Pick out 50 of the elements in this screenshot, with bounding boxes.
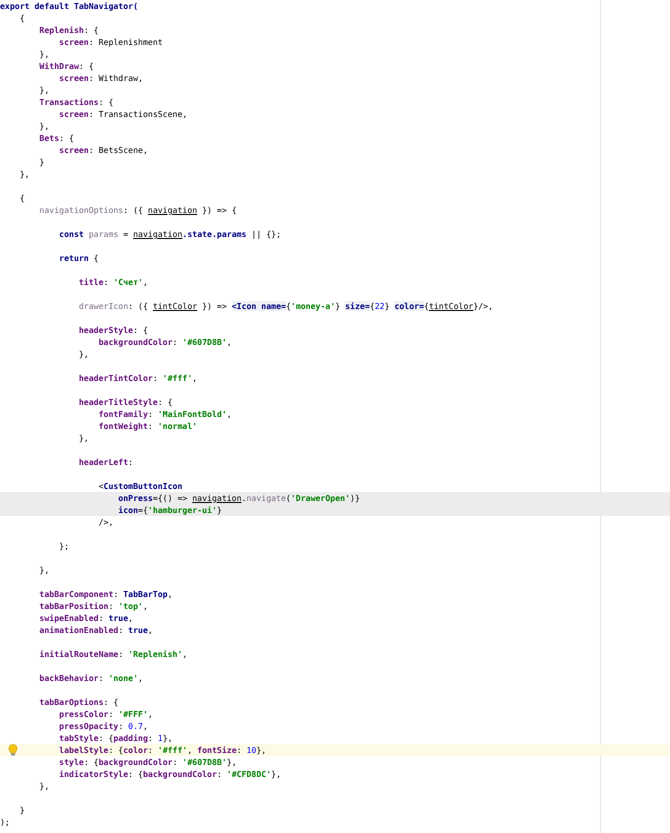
code-line: />, [98,516,114,528]
code-line: } [18,804,26,816]
code-line: screen: Replenishment [58,36,164,48]
code-line: }, [38,48,50,60]
code-line: pressOpacity: 0.7, [58,720,149,732]
code-line: title: 'Счет', [78,276,149,288]
code-line: initialRouteName: 'Replenish', [38,648,188,660]
code-line: }, [38,780,50,792]
code-line: { [18,192,26,204]
code-line: swipeEnabled: true, [38,612,134,624]
code-line: navigationOptions: ({ navigation }) => { [38,204,238,216]
code-line: }, [78,348,90,360]
code-line: headerTintColor: '#fff', [78,372,198,384]
code-line: tabBarOptions: { [38,696,120,708]
lightbulb-icon[interactable] [8,744,18,756]
code-line: { [18,12,26,24]
code-line: WithDraw: { [38,60,95,72]
code-line: screen: Withdraw, [58,72,144,84]
code-line: Bets: { [38,132,75,144]
code-line: Replenish: { [38,24,100,36]
code-line: tabBarComponent: TabBarTop, [38,588,174,600]
code-line: headerTitleStyle: { [78,396,174,408]
code-line: headerStyle: { [78,324,149,336]
code-line: indicatorStyle: {backgroundColor: '#CFD8DC'}, [58,768,282,780]
code-line: fontWeight: 'normal' [98,420,198,432]
code-line: } [38,156,46,168]
code-line: backBehavior: 'none', [38,672,144,684]
code-line: Transactions: { [38,96,114,108]
code-line: backgroundColor: '#607D8B', [98,336,233,348]
code-line: screen: TransactionsScene, [58,108,188,120]
code-line: screen: BetsScene, [58,144,149,156]
code-line: }, [38,120,50,132]
code-line: }, [38,564,50,576]
code-line: }, [18,168,31,180]
code-line: return { [58,252,100,264]
code-line: pressColor: '#FFF', [58,708,154,720]
code-line: <CustomButtonIcon [98,480,184,492]
code-line: drawerIcon: ({ tintColor }) => <Icon name={'money-a'} size={22} color={tintColor}/>, [78,300,494,312]
code-line: const params = navigation.state.params || {}; [58,228,282,240]
code-line: style: {backgroundColor: '#607D8B'}, [58,756,238,768]
code-line: }, [78,432,90,444]
code-line: headerLeft: [78,456,134,468]
code-line: }, [38,84,50,96]
code-line: animationEnabled: true, [38,624,154,636]
code-line: tabStyle: {padding: 1}, [58,732,174,744]
code-line: fontFamily: 'MainFontBold', [98,408,233,420]
code-line: export default TabNavigator( [0,0,140,12]
code-line: tabBarPosition: 'top', [38,600,149,612]
code-line: }; [58,540,70,552]
code-line: ); [0,816,11,828]
